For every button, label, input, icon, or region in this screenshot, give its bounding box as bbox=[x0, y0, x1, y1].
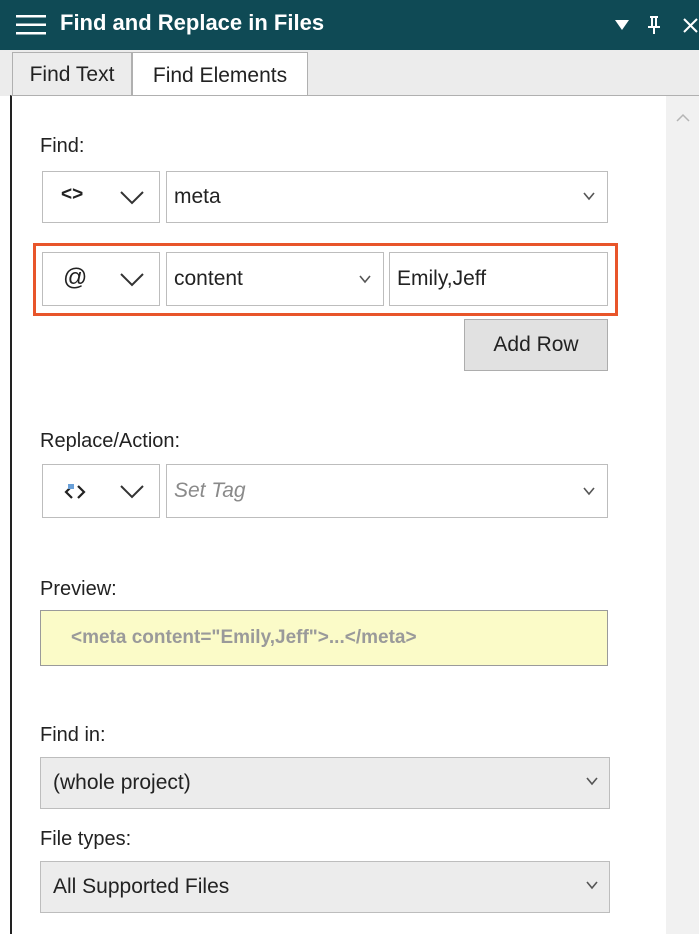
chevron-down-icon bbox=[583, 487, 595, 496]
file-types-label: File types: bbox=[40, 828, 132, 850]
preview-box: <meta content="Emily,Jeff">...</meta> bbox=[40, 610, 608, 666]
replace-action-dropdown[interactable]: Set Tag bbox=[166, 464, 608, 518]
preview-text: <meta content="Emily,Jeff">...</meta> bbox=[71, 627, 417, 648]
title-bar: Find and Replace in Files bbox=[0, 0, 699, 50]
replace-type-selector[interactable] bbox=[42, 464, 160, 518]
vertical-scrollbar[interactable] bbox=[666, 96, 699, 934]
chevron-down-icon bbox=[120, 485, 144, 499]
set-tag-icon bbox=[64, 484, 86, 499]
chevron-down-icon bbox=[120, 273, 144, 287]
attribute-value-input[interactable]: Emily,Jeff bbox=[389, 252, 608, 306]
attribute-name-value: content bbox=[174, 267, 243, 290]
replace-action-placeholder: Set Tag bbox=[174, 479, 246, 502]
tab-find-elements[interactable]: Find Elements bbox=[132, 52, 308, 98]
find-label: Find: bbox=[40, 135, 85, 157]
scroll-up-icon[interactable] bbox=[676, 112, 690, 122]
chevron-down-icon bbox=[583, 192, 595, 201]
find-in-dropdown[interactable]: (whole project) bbox=[40, 757, 610, 809]
element-type-selector[interactable]: <> bbox=[42, 171, 160, 223]
add-row-button[interactable]: Add Row bbox=[464, 319, 608, 371]
file-types-value: All Supported Files bbox=[53, 875, 230, 898]
hamburger-menu-icon[interactable] bbox=[14, 13, 48, 37]
file-types-dropdown[interactable]: All Supported Files bbox=[40, 861, 610, 913]
dropdown-menu-icon[interactable] bbox=[614, 18, 630, 32]
chevron-down-icon bbox=[359, 275, 371, 284]
window-title: Find and Replace in Files bbox=[60, 10, 325, 35]
replace-action-label: Replace/Action: bbox=[40, 430, 181, 452]
preview-label: Preview: bbox=[40, 578, 117, 600]
pin-icon[interactable] bbox=[646, 14, 662, 36]
element-tag-icon: <> bbox=[61, 184, 84, 205]
attribute-value-text: Emily,Jeff bbox=[397, 267, 487, 290]
chevron-down-icon bbox=[120, 191, 144, 205]
element-name-dropdown[interactable]: meta bbox=[166, 171, 608, 223]
find-in-label: Find in: bbox=[40, 724, 106, 746]
element-name-value: meta bbox=[174, 185, 221, 208]
attribute-at-icon: @ bbox=[63, 264, 88, 291]
close-icon[interactable] bbox=[682, 17, 699, 34]
chevron-down-icon bbox=[586, 777, 598, 786]
chevron-down-icon bbox=[586, 881, 598, 890]
attribute-type-selector[interactable]: @ bbox=[42, 252, 160, 306]
tab-find-text[interactable]: Find Text bbox=[12, 52, 132, 96]
find-in-value: (whole project) bbox=[53, 771, 191, 794]
attribute-name-dropdown[interactable]: content bbox=[166, 252, 384, 306]
